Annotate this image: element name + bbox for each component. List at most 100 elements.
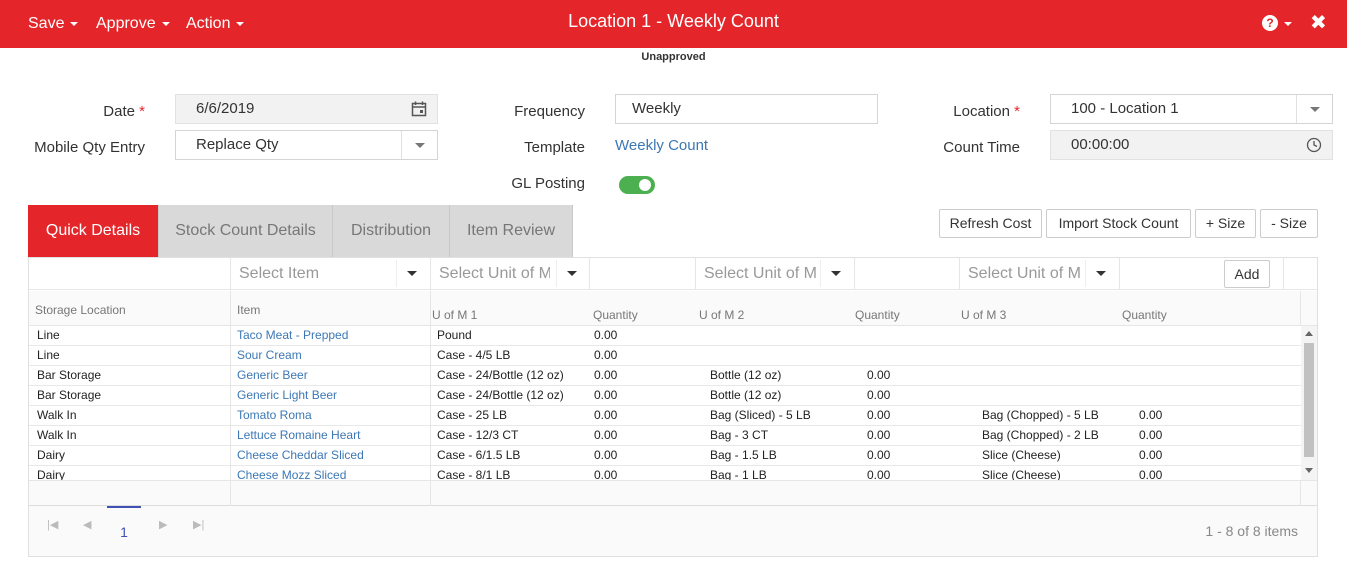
- mobile-qty-value: Replace Qty: [196, 136, 279, 153]
- frequency-label: Frequency: [514, 103, 585, 120]
- storage-location-input[interactable]: [29, 258, 230, 289]
- vertical-scrollbar[interactable]: [1301, 326, 1317, 480]
- cell-item[interactable]: Cheese Mozz Sliced: [237, 466, 346, 480]
- column-divider: [230, 291, 231, 326]
- cell-qty1: 0.00: [594, 368, 618, 382]
- mobile-qty-select[interactable]: Replace Qty: [175, 130, 438, 160]
- grid-body: Line Taco Meat - Prepped Pound 0.00 Line Sour…: [29, 326, 1301, 480]
- frequency-field: Weekly: [615, 94, 878, 124]
- tab-quick-details[interactable]: Quick Details: [28, 205, 159, 257]
- cell-item[interactable]: Tomato Roma: [237, 406, 312, 425]
- chevron-down-icon[interactable]: [1085, 260, 1115, 287]
- table-row[interactable]: Line Taco Meat - Prepped Pound 0.00: [29, 326, 1301, 346]
- column-divider: [430, 481, 431, 506]
- column-divider: [430, 291, 431, 326]
- close-icon[interactable]: ✖: [1310, 10, 1327, 35]
- cell-uom2: Bottle (12 oz): [710, 388, 782, 402]
- column-header-qty2[interactable]: Quantity: [855, 308, 900, 322]
- chevron-down-icon[interactable]: [401, 131, 437, 159]
- cell-item[interactable]: Lettuce Romaine Heart: [237, 426, 360, 445]
- qty2-input[interactable]: [854, 258, 959, 289]
- cell-item[interactable]: Generic Beer: [237, 366, 308, 385]
- cell-uom2: Bottle (12 oz): [710, 368, 782, 382]
- cell-uom1: Case - 6/1.5 LB: [437, 448, 521, 462]
- chevron-down-icon[interactable]: [820, 260, 850, 287]
- add-button[interactable]: Add: [1224, 260, 1270, 288]
- cell-uom1: Case - 12/3 CT: [437, 428, 519, 442]
- column-header-uom1[interactable]: U of M 1: [432, 308, 477, 322]
- previous-page-icon[interactable]: ◀: [83, 518, 91, 531]
- scrollbar-thumb[interactable]: [1304, 343, 1314, 457]
- column-header-qty1[interactable]: Quantity: [593, 308, 638, 322]
- gl-posting-label: GL Posting: [511, 175, 585, 192]
- table-row[interactable]: Line Sour Cream Case - 4/5 LB 0.00: [29, 346, 1301, 366]
- cell-uom1: Case - 24/Bottle (12 oz): [437, 388, 564, 402]
- help-chevron-down-icon[interactable]: [1284, 22, 1292, 26]
- help-icon[interactable]: ?: [1262, 15, 1278, 31]
- cell-uom2: Bag - 1.5 LB: [710, 448, 777, 462]
- tab-item-review[interactable]: Item Review: [450, 205, 573, 257]
- cell-item[interactable]: Sour Cream: [237, 346, 302, 365]
- tab-distribution[interactable]: Distribution: [333, 205, 450, 257]
- calendar-icon[interactable]: [411, 101, 427, 117]
- gl-posting-toggle[interactable]: [619, 176, 655, 194]
- location-label-text: Location: [953, 103, 1010, 120]
- grid-footer: [29, 480, 1317, 506]
- cell-item[interactable]: Taco Meat - Prepped: [237, 326, 348, 345]
- chevron-down-icon[interactable]: [1296, 95, 1332, 123]
- chevron-down-icon[interactable]: [556, 260, 586, 287]
- cell-qty1: 0.00: [594, 328, 618, 342]
- count-time-label: Count Time: [943, 139, 1020, 156]
- page-number[interactable]: 1: [107, 506, 141, 546]
- count-time-value: 00:00:00: [1071, 136, 1130, 153]
- column-header-item[interactable]: Item: [237, 303, 260, 317]
- status-label: Unapproved: [641, 51, 706, 63]
- uom2-select[interactable]: Select Unit of Me: [695, 258, 817, 289]
- column-divider: [1300, 291, 1301, 326]
- count-time-field[interactable]: 00:00:00: [1050, 130, 1333, 160]
- column-divider: [230, 326, 231, 480]
- date-label-text: Date: [103, 103, 135, 120]
- cell-item[interactable]: Cheese Cheddar Sliced: [237, 446, 364, 465]
- next-page-icon[interactable]: ▶: [159, 518, 167, 531]
- column-header-storage[interactable]: Storage Location: [35, 303, 126, 317]
- scroll-up-icon[interactable]: [1305, 331, 1313, 336]
- chevron-down-icon[interactable]: [396, 260, 426, 287]
- date-field[interactable]: 6/6/2019: [175, 94, 438, 124]
- first-page-icon[interactable]: |◀: [47, 518, 58, 531]
- template-link[interactable]: Weekly Count: [615, 137, 708, 154]
- table-row[interactable]: Dairy Cheese Mozz Sliced Case - 8/1 LB 0.00…: [29, 466, 1301, 480]
- tab-stock-count-details[interactable]: Stock Count Details: [159, 205, 333, 257]
- qty1-input[interactable]: [589, 258, 695, 289]
- column-divider: [230, 481, 231, 506]
- location-value: 100 - Location 1: [1071, 100, 1179, 117]
- cell-uom3: Slice (Cheese): [982, 448, 1061, 462]
- cell-qty2: 0.00: [867, 408, 891, 422]
- cell-qty1: 0.00: [594, 348, 618, 362]
- cell-storage: Walk In: [37, 408, 77, 422]
- cell-qty3: 0.00: [1139, 468, 1163, 480]
- plus-size-button[interactable]: + Size: [1195, 209, 1256, 238]
- cell-uom1: Pound: [437, 328, 472, 342]
- uom1-select[interactable]: Select Unit of M: [430, 258, 550, 289]
- column-header-qty3[interactable]: Quantity: [1122, 308, 1167, 322]
- clock-icon[interactable]: [1306, 137, 1322, 153]
- uom3-select[interactable]: Select Unit of Me: [959, 258, 1081, 289]
- cell-item[interactable]: Generic Light Beer: [237, 386, 337, 405]
- column-header-uom2[interactable]: U of M 2: [699, 308, 744, 322]
- table-row[interactable]: Bar Storage Generic Light Beer Case - 24/B…: [29, 386, 1301, 406]
- refresh-cost-button[interactable]: Refresh Cost: [939, 209, 1042, 238]
- cell-storage: Line: [37, 348, 60, 362]
- table-row[interactable]: Walk In Tomato Roma Case - 25 LB 0.00 Bag (S…: [29, 406, 1301, 426]
- minus-size-button[interactable]: - Size: [1260, 209, 1318, 238]
- location-select[interactable]: 100 - Location 1: [1050, 94, 1333, 124]
- table-row[interactable]: Dairy Cheese Cheddar Sliced Case - 6/1.5 L…: [29, 446, 1301, 466]
- cell-storage: Bar Storage: [37, 368, 102, 382]
- table-row[interactable]: Bar Storage Generic Beer Case - 24/Bottle …: [29, 366, 1301, 386]
- last-page-icon[interactable]: ▶|: [193, 518, 204, 531]
- column-header-uom3[interactable]: U of M 3: [961, 308, 1006, 322]
- table-row[interactable]: Walk In Lettuce Romaine Heart Case - 12/3 …: [29, 426, 1301, 446]
- scroll-down-icon[interactable]: [1305, 468, 1313, 473]
- import-stock-count-button[interactable]: Import Stock Count: [1046, 209, 1191, 238]
- cell-uom3: Slice (Cheese): [982, 468, 1061, 480]
